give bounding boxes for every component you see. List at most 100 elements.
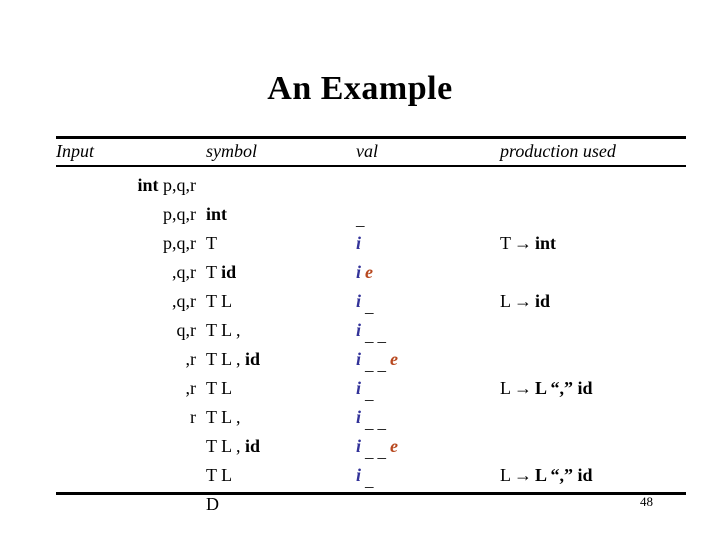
- production-lhs: L: [500, 291, 511, 311]
- column-header-val: val: [356, 141, 378, 161]
- input-token-rest: ,q,r: [172, 262, 196, 282]
- production-rhs: L “,” id: [535, 378, 593, 398]
- symbol-nonterminals: T: [206, 262, 217, 282]
- cell-symbol: T L , id: [206, 436, 260, 456]
- val-symbol-i: i: [356, 436, 362, 456]
- table-row: rT L , i _ _: [56, 407, 686, 436]
- table-header-row: Input symbol val production used: [56, 139, 686, 165]
- symbol-nonterminals: T: [206, 233, 217, 253]
- table-row: int p,q,r: [56, 175, 686, 204]
- table-row: ,q,r T L i _ L → id: [56, 291, 686, 320]
- val-symbol-i: i: [356, 320, 362, 340]
- cell-input: ,r: [56, 378, 197, 398]
- cell-input: int p,q,r: [56, 175, 196, 195]
- production-lhs: L: [500, 465, 511, 485]
- input-token-rest: p,q,r: [163, 204, 196, 224]
- cell-input: ,r: [56, 349, 197, 369]
- cell-symbol: int: [206, 204, 227, 224]
- production-arrow-icon: →: [514, 233, 532, 253]
- val-placeholder-underscore: _: [365, 326, 374, 345]
- cell-symbol: T L: [206, 378, 232, 398]
- symbol-nonterminals: T L: [206, 378, 233, 398]
- cell-val: _: [356, 204, 365, 229]
- symbol-nonterminals: T L ,: [206, 436, 241, 456]
- table-body: int p,q,r p,q,r int _ p,q,r Ti T → int ,q,r T id i e…: [56, 167, 686, 514]
- symbol-nonterminals: D: [206, 494, 219, 514]
- cell-production-used: L → L “,” id: [500, 465, 593, 485]
- symbol-nonterminals: T L: [206, 291, 233, 311]
- val-symbol-i: i: [356, 349, 362, 369]
- val-symbol-i: i: [356, 291, 362, 311]
- input-token-bold: int: [137, 175, 159, 195]
- input-token-rest: ,r: [185, 349, 197, 369]
- symbol-nonterminals: T L ,: [206, 349, 241, 369]
- production-lhs: L: [500, 378, 511, 398]
- input-token-rest: ,q,r: [172, 291, 196, 311]
- cell-symbol: T id: [206, 262, 236, 282]
- val-placeholder-underscore: _: [365, 297, 374, 316]
- cell-val: i _ _: [356, 407, 386, 432]
- table-row: ,q,r T id i e: [56, 262, 686, 291]
- val-symbol-e: e: [390, 349, 399, 369]
- symbol-terminal: id: [245, 436, 261, 456]
- cell-production-used: T → int: [500, 233, 556, 253]
- val-symbol-e: e: [365, 262, 374, 282]
- production-rhs: id: [535, 291, 551, 311]
- symbol-terminal: id: [221, 262, 237, 282]
- table-row: q,r T L , i _ _: [56, 320, 686, 349]
- cell-val: i _ _ e: [356, 436, 399, 461]
- column-header-production-used: production used: [500, 141, 616, 161]
- val-placeholder-underscore: _: [356, 210, 365, 229]
- cell-input: p,q,r: [56, 204, 196, 224]
- symbol-nonterminals: T L ,: [206, 320, 241, 340]
- cell-input: q,r: [56, 320, 197, 340]
- table-row: T L , id i _ _ e: [56, 436, 686, 465]
- val-placeholder-underscore: _: [365, 413, 374, 432]
- val-placeholder-underscore: _: [377, 442, 387, 461]
- symbol-nonterminals: T L: [206, 465, 233, 485]
- val-placeholder-underscore: _: [365, 442, 374, 461]
- column-header-symbol: symbol: [206, 141, 257, 161]
- input-token-rest: p,q,r: [163, 175, 196, 195]
- cell-symbol: T L ,: [206, 320, 241, 340]
- val-symbol-i: i: [356, 262, 362, 282]
- val-symbol-e: e: [390, 436, 399, 456]
- production-arrow-icon: →: [514, 378, 532, 398]
- production-rhs: L “,” id: [535, 465, 593, 485]
- cell-symbol: T L: [206, 291, 232, 311]
- symbol-terminal: int: [206, 204, 228, 224]
- symbol-nonterminals: T L ,: [206, 407, 241, 427]
- cell-val: i: [356, 233, 361, 253]
- input-token-rest: ,r: [185, 378, 197, 398]
- val-symbol-i: i: [356, 378, 362, 398]
- page-title: An Example: [267, 70, 453, 107]
- cell-input: ,q,r: [56, 262, 196, 282]
- parse-trace-table: Input symbol val production used int p,q…: [56, 136, 686, 514]
- table-row: p,q,r Ti T → int: [56, 233, 686, 262]
- table-row: ,r T L , id i _ _ e: [56, 349, 686, 378]
- production-arrow-icon: →: [514, 291, 532, 311]
- val-placeholder-underscore: _: [377, 326, 387, 345]
- symbol-terminal: id: [245, 349, 261, 369]
- val-placeholder-underscore: _: [365, 471, 374, 490]
- production-lhs: T: [500, 233, 511, 253]
- production-rhs: int: [535, 233, 557, 253]
- cell-val: i _: [356, 291, 374, 316]
- cell-val: i _: [356, 465, 374, 490]
- table-row: T L i _ L → L “,” id: [56, 465, 686, 494]
- production-arrow-icon: →: [514, 465, 532, 485]
- page-number: 48: [640, 494, 653, 509]
- cell-symbol: T L ,: [206, 407, 241, 427]
- cell-input: ,q,r: [56, 291, 196, 311]
- table-row: p,q,r int _: [56, 204, 686, 233]
- input-token-rest: q,r: [176, 320, 197, 340]
- val-placeholder-underscore: _: [365, 355, 374, 374]
- val-placeholder-underscore: _: [365, 384, 374, 403]
- cell-input: p,q,r: [56, 233, 196, 253]
- input-token-rest: p,q,r: [163, 233, 196, 253]
- val-symbol-i: i: [356, 233, 362, 253]
- column-header-input: Input: [56, 141, 94, 161]
- table-row: ,r T L i _ L → L “,” id: [56, 378, 686, 407]
- table-row: D: [56, 494, 686, 523]
- cell-val: i _ _ e: [356, 349, 399, 374]
